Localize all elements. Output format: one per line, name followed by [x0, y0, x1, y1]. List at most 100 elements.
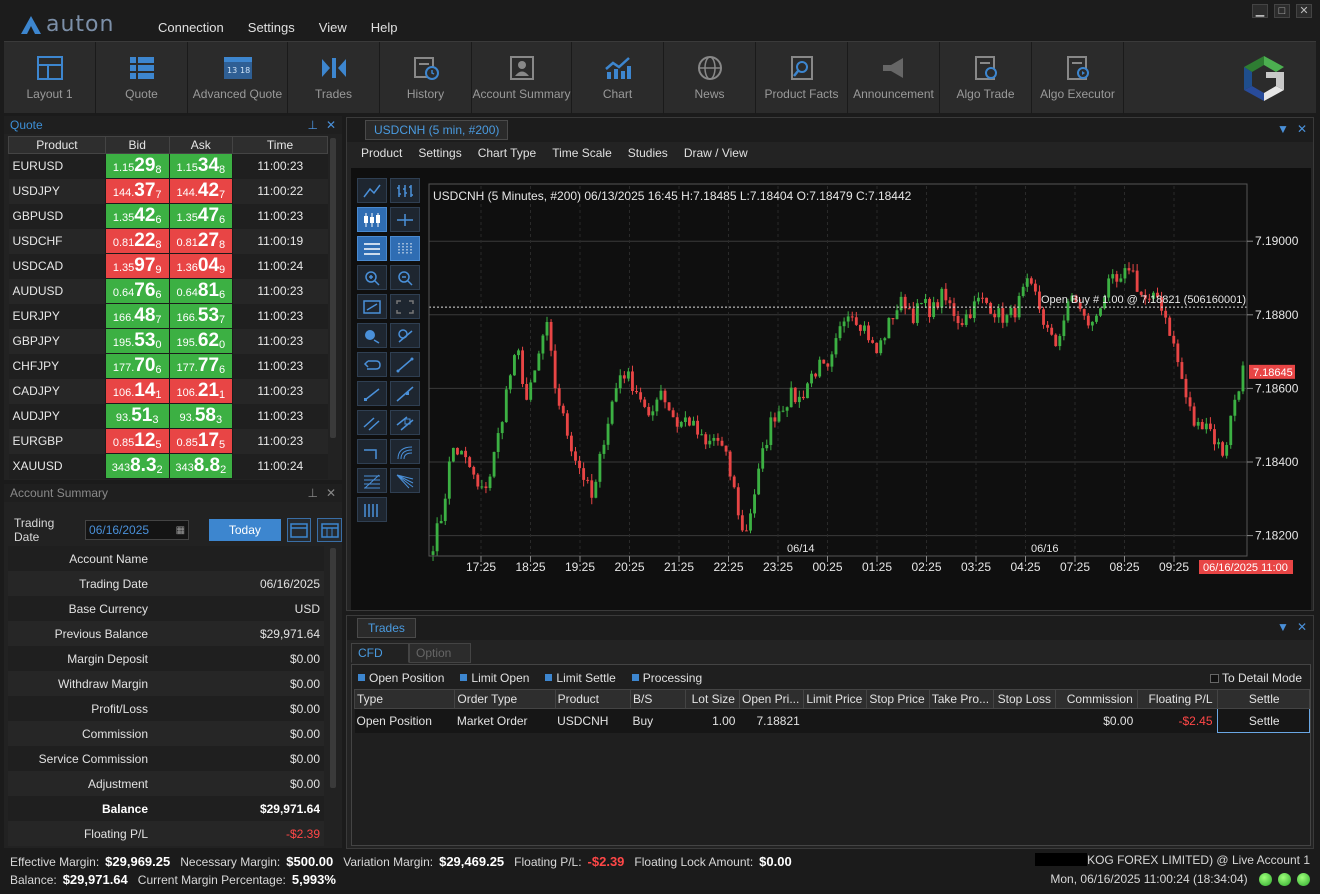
ask-price-cell[interactable]: 3438.82 — [168, 453, 234, 479]
detail-mode-toggle[interactable]: To Detail Mode — [1209, 671, 1302, 685]
col-stop-loss[interactable]: Stop Loss — [993, 689, 1057, 709]
quote-row[interactable]: EURGBP 0.85125 0.85175 11:00:23 — [8, 428, 328, 454]
detail-mode-checkbox[interactable] — [1209, 674, 1219, 683]
candlestick-tool[interactable] — [357, 207, 387, 232]
ray-line-tool[interactable] — [357, 381, 387, 406]
bid-price-cell[interactable]: 0.85125 — [104, 428, 170, 454]
calendar-day-button[interactable] — [286, 518, 312, 542]
bid-price-cell[interactable]: 166.487 — [104, 303, 170, 329]
toolbar-quote-button[interactable]: Quote — [96, 42, 188, 114]
chart-menu-draw-view[interactable]: Draw / View — [684, 146, 748, 160]
col-order-type[interactable]: Order Type — [454, 689, 556, 709]
bid-price-cell[interactable]: 1.35426 — [104, 203, 170, 229]
chart-area[interactable]: Open Buy # 1.00 @ 7.18821 (506160001) US… — [351, 168, 1311, 610]
ask-price-cell[interactable]: 0.81278 — [168, 228, 234, 254]
fibonacci-retracement-tool[interactable] — [357, 468, 387, 493]
chart-menu-settings[interactable]: Settings — [418, 146, 461, 160]
dropdown-icon[interactable]: ▼ — [1277, 122, 1289, 136]
menu-view[interactable]: View — [319, 20, 347, 35]
bid-price-cell[interactable]: 177.706 — [104, 353, 170, 379]
ask-price-cell[interactable]: 1.36049 — [168, 253, 234, 279]
quote-row[interactable]: USDJPY 144.377 144.427 11:00:22 — [8, 178, 328, 204]
calendar-dropdown-icon[interactable]: ▦ — [176, 525, 185, 536]
settle-button[interactable]: Settle — [1216, 708, 1311, 733]
close-icon[interactable]: ✕ — [326, 118, 336, 132]
ask-price-cell[interactable]: 195.620 — [168, 328, 234, 354]
toolbar-history-button[interactable]: History — [380, 42, 472, 114]
table-row[interactable]: Open Position Market Order USDCNH Buy 1.… — [354, 708, 1311, 733]
close-icon[interactable]: ✕ — [1297, 122, 1307, 136]
pin-icon[interactable]: ⊥ — [307, 486, 317, 500]
toolbar-chart-button[interactable]: Chart — [572, 42, 664, 114]
bid-price-cell[interactable]: 195.530 — [104, 328, 170, 354]
trend-line-tool[interactable] — [390, 352, 420, 377]
trading-date-input[interactable]: 06/16/2025 ▦ — [85, 520, 190, 540]
col-product[interactable]: Product — [8, 136, 106, 154]
quote-row[interactable]: USDCAD 1.35979 1.36049 11:00:24 — [8, 253, 328, 279]
ask-price-cell[interactable]: 0.85175 — [168, 428, 234, 454]
quote-row[interactable]: XAUUSD 3438.32 3438.82 11:00:24 — [8, 453, 328, 479]
subtab-cfd[interactable]: CFD — [351, 643, 409, 663]
col-take-profit[interactable]: Take Pro... — [928, 689, 995, 709]
zoom-out-tool[interactable] — [390, 265, 420, 290]
dropdown-icon[interactable]: ▼ — [1277, 620, 1289, 634]
filter-limit-open[interactable]: Limit Open — [460, 671, 529, 685]
extended-line-tool[interactable] — [390, 381, 420, 406]
trades-tab[interactable]: Trades — [357, 618, 416, 638]
fibonacci-fan-tool[interactable] — [390, 468, 420, 493]
crosshair-tool[interactable] — [390, 207, 420, 232]
col-settle[interactable]: Settle — [1216, 689, 1311, 709]
toolbar-advanced-quote-button[interactable]: 13 18 Advanced Quote — [188, 42, 288, 114]
chart-menu-studies[interactable]: Studies — [628, 146, 668, 160]
ask-price-cell[interactable]: 1.35476 — [168, 203, 234, 229]
col-bid[interactable]: Bid — [104, 136, 170, 154]
toolbar-algo-trade-button[interactable]: Algo Trade — [940, 42, 1032, 114]
col-ask[interactable]: Ask — [168, 136, 234, 154]
toolbar-trades-button[interactable]: Trades — [288, 42, 380, 114]
zoom-in-tool[interactable] — [357, 265, 387, 290]
delete-drawing-tool[interactable] — [357, 323, 387, 348]
menu-connection[interactable]: Connection — [158, 20, 224, 35]
chart-menu-time-scale[interactable]: Time Scale — [552, 146, 612, 160]
chart-menu-product[interactable]: Product — [361, 146, 402, 160]
pin-icon[interactable]: ⊥ — [307, 118, 317, 132]
col-floating-pl[interactable]: Floating P/L — [1136, 689, 1218, 709]
quote-row[interactable]: EURUSD 1.15298 1.15348 11:00:23 — [8, 153, 328, 179]
toolbar-account-summary-button[interactable]: Account Summary — [472, 42, 572, 114]
quote-scrollbar[interactable] — [330, 138, 336, 438]
price-chart[interactable]: Open Buy # 1.00 @ 7.18821 (506160001) US… — [427, 182, 1303, 598]
fit-chart-tool[interactable] — [357, 294, 387, 319]
calendar-month-button[interactable] — [317, 518, 342, 542]
bid-price-cell[interactable]: 144.377 — [104, 178, 170, 204]
parallel-line-tool[interactable] — [357, 410, 387, 435]
bid-price-cell[interactable]: 3438.32 — [104, 453, 170, 479]
chart-menu-chart-type[interactable]: Chart Type — [478, 146, 536, 160]
maximize-button[interactable]: □ — [1274, 4, 1290, 18]
toolbar-announcement-button[interactable]: Announcement — [848, 42, 940, 114]
col-type[interactable]: Type — [353, 689, 456, 709]
quote-row[interactable]: USDCHF 0.81228 0.81278 11:00:19 — [8, 228, 328, 254]
filter-processing[interactable]: Processing — [631, 671, 702, 685]
bid-price-cell[interactable]: 1.35979 — [104, 253, 170, 279]
close-button[interactable]: ✕ — [1296, 4, 1312, 18]
bid-price-cell[interactable]: 0.64766 — [104, 278, 170, 304]
toolbar-algo-executor-button[interactable]: Algo Executor — [1032, 42, 1124, 114]
bid-price-cell[interactable]: 1.15298 — [104, 153, 170, 179]
account-scrollbar[interactable] — [330, 548, 336, 788]
quote-row[interactable]: EURJPY 166.487 166.537 11:00:23 — [8, 303, 328, 329]
filter-open-position[interactable]: Open Position — [358, 671, 444, 685]
close-icon[interactable]: ✕ — [1297, 620, 1307, 634]
ask-price-cell[interactable]: 177.776 — [168, 353, 234, 379]
col-limit-price[interactable]: Limit Price — [803, 689, 868, 709]
minimize-button[interactable]: ▁ — [1252, 4, 1268, 18]
chart-tab[interactable]: USDCNH (5 min, #200) — [365, 120, 509, 140]
bid-price-cell[interactable]: 93.513 — [104, 403, 170, 429]
ask-price-cell[interactable]: 0.64816 — [168, 278, 234, 304]
vertical-lines-tool[interactable] — [357, 497, 387, 522]
bid-price-cell[interactable]: 0.81228 — [104, 228, 170, 254]
col-time[interactable]: Time — [232, 136, 328, 154]
horizontal-line-tool[interactable] — [357, 439, 387, 464]
menu-help[interactable]: Help — [371, 20, 398, 35]
vertical-grid-tool[interactable] — [390, 236, 420, 261]
quote-row[interactable]: GBPUSD 1.35426 1.35476 11:00:23 — [8, 203, 328, 229]
